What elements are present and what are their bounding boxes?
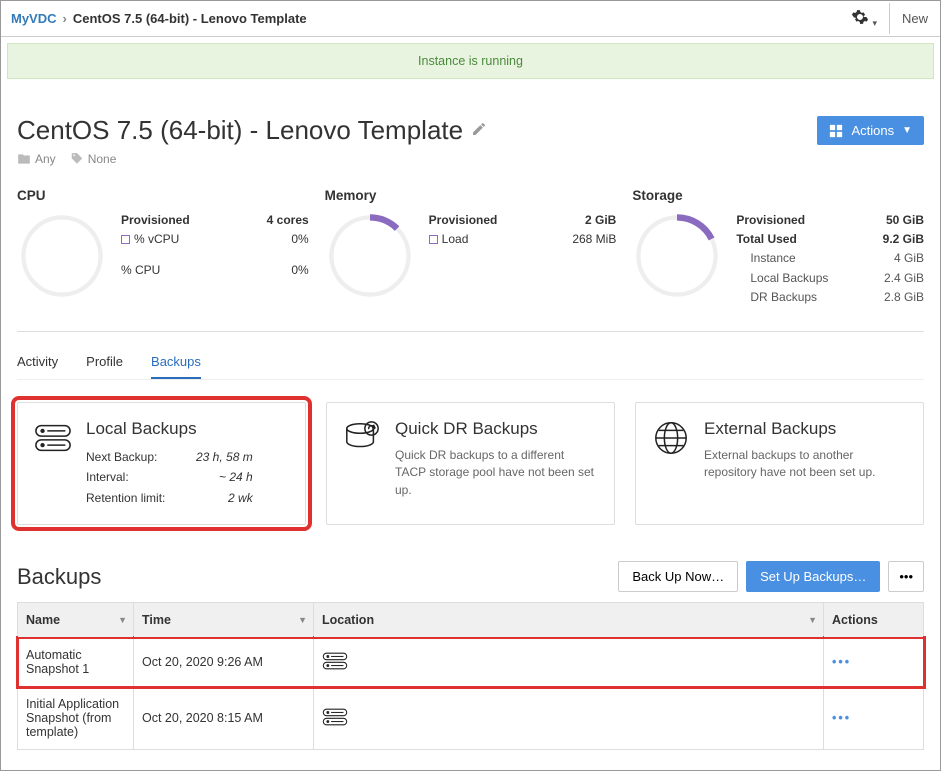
globe-icon (652, 419, 690, 460)
cpu-donut (17, 211, 107, 301)
col-actions: Actions (824, 603, 924, 638)
set-up-backups-button[interactable]: Set Up Backups… (746, 561, 880, 592)
sort-icon: ▼ (298, 615, 307, 625)
storage-title: Storage (632, 188, 924, 203)
backups-section-title: Backups (17, 564, 101, 590)
breadcrumb-root[interactable]: MyVDC (11, 11, 57, 26)
card-title: External Backups (704, 419, 907, 439)
status-banner: Instance is running (7, 43, 934, 79)
cpu-gauge: CPU Provisioned4 cores % vCPU0% % CPU0% (17, 188, 309, 307)
cell-name: Initial Application Snapshot (from templ… (18, 687, 134, 750)
sort-icon: ▼ (118, 615, 127, 625)
breadcrumb: MyVDC › CentOS 7.5 (64-bit) - Lenovo Tem… (11, 11, 307, 26)
card-quick-dr-backups[interactable]: Quick DR Backups Quick DR backups to a d… (326, 402, 615, 525)
square-icon (429, 235, 438, 244)
card-description: Quick DR backups to a different TACP sto… (395, 447, 598, 499)
table-row[interactable]: Initial Application Snapshot (from templ… (18, 687, 924, 750)
cell-time: Oct 20, 2020 8:15 AM (134, 687, 314, 750)
new-button[interactable]: New (889, 3, 940, 34)
cell-name: Automatic Snapshot 1 (18, 638, 134, 687)
card-title: Local Backups (86, 419, 253, 439)
col-location[interactable]: Location▼ (314, 603, 824, 638)
card-description: External backups to another repository h… (704, 447, 907, 482)
folder-tag[interactable]: Any (17, 152, 56, 166)
chevron-right-icon: › (63, 11, 67, 26)
pencil-icon[interactable] (471, 121, 487, 140)
cell-time: Oct 20, 2020 9:26 AM (134, 638, 314, 687)
chevron-down-icon: ▼ (902, 125, 912, 136)
row-actions-button[interactable]: ••• (832, 711, 851, 725)
folder-icon (17, 152, 31, 166)
backups-table: Name▼ Time▼ Location▼ Actions Automatic … (17, 602, 924, 750)
actions-dropdown[interactable]: Actions ▼ (817, 116, 924, 145)
back-up-now-button[interactable]: Back Up Now… (618, 561, 738, 592)
stack-icon (34, 419, 72, 460)
card-external-backups[interactable]: External Backups External backups to ano… (635, 402, 924, 525)
cell-location (314, 638, 824, 687)
tag-icon (70, 152, 84, 166)
breadcrumb-current: CentOS 7.5 (64-bit) - Lenovo Template (73, 11, 307, 26)
table-row[interactable]: Automatic Snapshot 1Oct 20, 2020 9:26 AM… (18, 638, 924, 687)
disk-refresh-icon (343, 419, 381, 460)
cell-location (314, 687, 824, 750)
card-title: Quick DR Backups (395, 419, 598, 439)
page-title: CentOS 7.5 (64-bit) - Lenovo Template (17, 115, 463, 146)
tab-profile[interactable]: Profile (86, 346, 123, 379)
memory-donut (325, 211, 415, 301)
cpu-title: CPU (17, 188, 309, 203)
gear-icon[interactable]: ▾ (851, 8, 877, 29)
sort-icon: ▼ (808, 615, 817, 625)
square-icon (121, 235, 130, 244)
stack-icon (322, 660, 348, 674)
stack-icon (322, 716, 348, 730)
memory-gauge: Memory Provisioned2 GiB Load268 MiB (325, 188, 617, 307)
storage-gauge: Storage Provisioned50 GiB Total Used9.2 … (632, 188, 924, 307)
col-name[interactable]: Name▼ (18, 603, 134, 638)
memory-title: Memory (325, 188, 617, 203)
more-actions-button[interactable]: ••• (888, 561, 924, 592)
tag-tag[interactable]: None (70, 152, 117, 166)
tab-backups[interactable]: Backups (151, 346, 201, 379)
row-actions-button[interactable]: ••• (832, 655, 851, 669)
card-local-backups[interactable]: Local Backups Next Backup:23 h, 58 m Int… (17, 402, 306, 525)
tab-activity[interactable]: Activity (17, 346, 58, 379)
storage-donut (632, 211, 722, 301)
actions-label: Actions (851, 123, 894, 138)
col-time[interactable]: Time▼ (134, 603, 314, 638)
